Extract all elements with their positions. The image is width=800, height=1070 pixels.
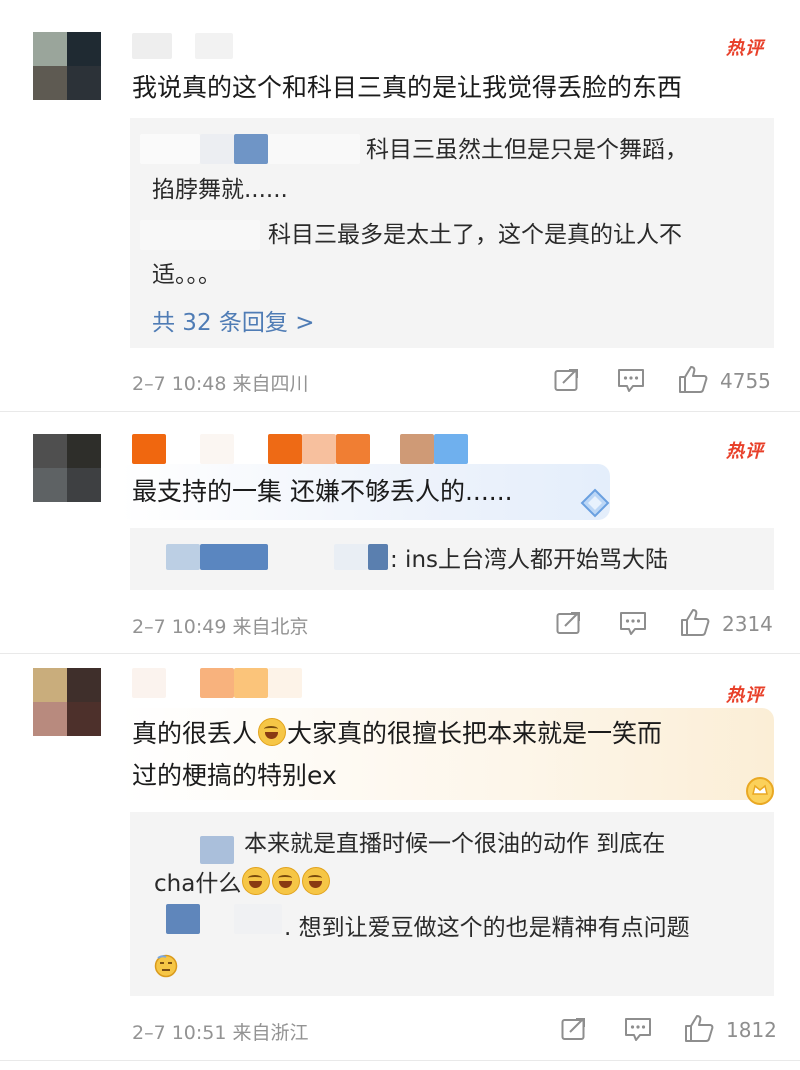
reply-text: 掐脖舞就...... (152, 177, 288, 203)
username-masked (302, 434, 336, 464)
username-masked (400, 434, 434, 464)
username-masked (268, 668, 302, 698)
reply-username-masked (368, 544, 388, 570)
laugh-cry-emoji-icon (302, 867, 331, 895)
comment-text: 最支持的一集 还嫌不够丢人的...... (132, 477, 513, 506)
comment-text-part: 大家真的很擅长把本来就是一笑而 (287, 719, 663, 748)
reply-text: cha什么 (154, 864, 331, 904)
comment-text: 过的梗搞的特别ex (132, 761, 337, 790)
thumbs-up-icon[interactable] (684, 1013, 714, 1043)
reply-username-masked (334, 544, 368, 570)
speechless-emoji-icon (154, 954, 178, 982)
comment-meta: 2–7 10:51 来自浙江 (132, 1022, 309, 1044)
share-icon[interactable] (554, 368, 580, 392)
reply-text: 科目三最多是太土了，这个是真的让人不 (268, 222, 682, 248)
username-masked[interactable] (132, 33, 172, 59)
comment-text: 真的很丢人 大家真的很擅长把本来就是一笑而 (132, 714, 662, 754)
comment-icon[interactable] (617, 368, 645, 394)
reply-username-masked (200, 544, 268, 570)
share-icon[interactable] (561, 1017, 587, 1041)
username-masked (200, 668, 234, 698)
avatar[interactable] (33, 32, 101, 100)
divider (0, 653, 800, 654)
thumbs-up-icon[interactable] (678, 364, 708, 394)
username-masked (195, 33, 233, 59)
avatar[interactable] (33, 668, 101, 736)
avatar[interactable] (33, 434, 101, 502)
reply-username-masked (234, 904, 282, 934)
reply-username-masked (166, 544, 200, 570)
divider (0, 411, 800, 412)
username-masked (268, 434, 302, 464)
username-masked (234, 668, 268, 698)
comment-text-part: 真的很丢人 (132, 719, 258, 748)
hot-comment-badge: 热评 (726, 441, 764, 462)
laugh-cry-emoji-icon (272, 867, 301, 895)
reply-text: 科目三虽然土但是只是个舞蹈， (366, 137, 688, 163)
reply-text: 本来就是直播时候一个很油的动作 到底在 (244, 831, 666, 857)
comment-meta: 2–7 10:48 来自四川 (132, 373, 309, 395)
comment-meta: 2–7 10:49 来自北京 (132, 616, 309, 638)
reply-text: . 想到让爱豆做这个的也是精神有点问题 (284, 915, 690, 941)
comment-icon[interactable] (624, 1017, 652, 1043)
more-replies-link[interactable]: 共 32 条回复 > (152, 303, 314, 337)
divider (0, 1060, 800, 1061)
reply-username-masked (140, 134, 200, 164)
username-masked[interactable] (132, 668, 166, 698)
reply-username-masked (200, 134, 234, 164)
reply-text-part: cha什么 (154, 871, 242, 897)
laugh-cry-emoji-icon (242, 867, 271, 895)
username-masked (336, 434, 370, 464)
diamond-badge-icon (580, 488, 610, 518)
like-count: 2314 (722, 612, 773, 636)
share-icon[interactable] (556, 611, 582, 635)
username-masked[interactable] (132, 434, 166, 464)
reply-text: 适。。。 (152, 262, 221, 288)
reply-username-masked (166, 904, 200, 934)
username-masked (434, 434, 468, 464)
comment-text: 我说真的这个和科目三真的是让我觉得丢脸的东西 (132, 73, 683, 102)
hot-comment-badge: 热评 (726, 685, 764, 706)
hot-comment-badge: 热评 (726, 38, 764, 59)
comment-icon[interactable] (619, 611, 647, 637)
crown-badge-icon (742, 774, 778, 806)
reply-username-masked (140, 220, 260, 250)
like-count: 1812 (726, 1018, 777, 1042)
reply-username-masked (268, 134, 360, 164)
username-masked (200, 434, 234, 464)
like-count: 4755 (720, 369, 771, 393)
reply-text: : ins上台湾人都开始骂大陆 (390, 547, 669, 573)
reply-username-masked (200, 836, 234, 864)
thumbs-up-icon[interactable] (680, 607, 710, 637)
reply-username-masked (234, 134, 268, 164)
laugh-cry-emoji-icon (258, 718, 287, 746)
